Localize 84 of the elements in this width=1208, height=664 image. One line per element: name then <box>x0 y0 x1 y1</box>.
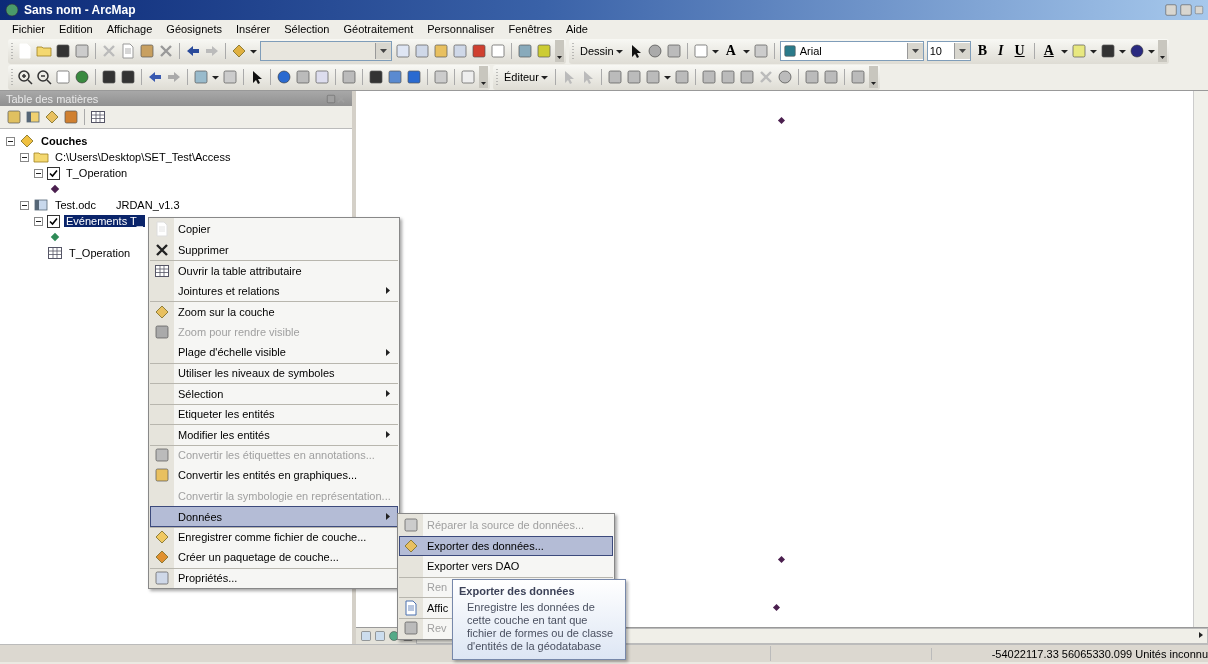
database-label[interactable]: Test.odc <box>53 199 98 211</box>
editor-menu-button[interactable]: Éditeur <box>502 69 550 85</box>
collapse-icon[interactable] <box>6 136 15 146</box>
menu-item[interactable]: Jointures et relations <box>150 280 398 301</box>
copy-icon[interactable] <box>120 43 136 59</box>
menu-item[interactable]: Exporter vers DAO <box>399 556 613 577</box>
toolbar-options-icon[interactable] <box>555 40 564 62</box>
document-icon <box>403 599 419 616</box>
toolbar-options-icon[interactable] <box>1157 40 1167 62</box>
collapse-icon[interactable] <box>34 216 43 226</box>
window-title: Sans nom - ArcMap <box>24 3 137 17</box>
menu-item[interactable]: Créer un paquetage de couche... <box>150 547 398 568</box>
panel-title: Table des matières <box>6 92 100 105</box>
font-size-combo[interactable]: 10 <box>926 41 971 61</box>
text-tool-button[interactable]: A <box>721 43 740 59</box>
zoom-out-icon[interactable] <box>36 69 52 85</box>
app-globe-icon <box>4 2 20 18</box>
layer-checkbox[interactable] <box>47 166 60 180</box>
collapse-icon[interactable] <box>20 152 29 162</box>
delete-icon <box>154 241 170 258</box>
menu-item[interactable]: Sélection <box>150 383 398 404</box>
menu-item[interactable]: Insérer <box>230 22 277 36</box>
menu-item[interactable]: Personnaliser <box>421 22 501 36</box>
italic-button[interactable]: I <box>994 43 1008 59</box>
toolbar-options-icon[interactable] <box>868 66 878 88</box>
point-marker <box>777 116 786 125</box>
copy-icon <box>154 221 170 238</box>
tooltip-title: Exporter des données <box>459 585 576 597</box>
font-combo[interactable]: Arial <box>779 41 924 61</box>
toolbar-grip-icon[interactable] <box>10 67 14 87</box>
menu-item[interactable]: Utiliser les niveaux de symboles <box>150 362 398 383</box>
vertical-scrollbar[interactable] <box>1193 91 1208 627</box>
menu-item[interactable]: Plage d'échelle visible <box>150 342 398 363</box>
back-arrow-icon[interactable] <box>147 69 163 85</box>
menu-item[interactable]: Convertir les entités en graphiques... <box>150 465 398 486</box>
menu-item[interactable]: Copier <box>150 219 398 240</box>
table-icon <box>154 262 170 279</box>
toolbar-options-icon[interactable] <box>479 66 488 88</box>
menu-item[interactable]: Ouvrir la table attributaire <box>150 260 398 281</box>
collapse-icon[interactable] <box>20 200 29 210</box>
menu-item[interactable]: Fenêtres <box>502 22 558 36</box>
undo-icon[interactable] <box>185 43 201 59</box>
menu-item[interactable]: Etiqueter les entités <box>150 403 398 424</box>
menu-item[interactable]: Exporter des données... <box>399 535 613 556</box>
table-label[interactable]: T_Operation <box>67 247 133 259</box>
toolbar-grip-icon[interactable] <box>495 67 499 87</box>
menu-item[interactable]: Fichier <box>6 22 51 36</box>
menu-item[interactable]: Edition <box>53 22 99 36</box>
dropdown-arrow-icon[interactable] <box>958 49 966 53</box>
globe-icon[interactable] <box>74 69 90 85</box>
layer-checkbox[interactable] <box>47 214 60 228</box>
folder-label[interactable]: C:\Users\Desktop\SET_Test\Access <box>53 151 233 163</box>
menu-item[interactable]: Modifier les entités <box>150 424 398 445</box>
data-frame-label[interactable]: Couches <box>39 135 90 147</box>
point-marker <box>772 603 781 612</box>
connection-label: JRDAN_v1.3 <box>115 199 180 211</box>
zoom-in-icon[interactable] <box>17 69 33 85</box>
menu-item[interactable]: Aide <box>559 22 594 36</box>
delete-icon[interactable] <box>158 43 174 59</box>
menu-item[interactable]: Propriétés... <box>150 567 398 588</box>
toolbar-grip-icon[interactable] <box>571 41 575 61</box>
bold-button[interactable]: B <box>973 43 992 59</box>
menu-item[interactable]: Zoom sur la couche <box>150 301 398 322</box>
font-color-button[interactable]: A <box>1039 43 1058 59</box>
dropdown-arrow-icon[interactable] <box>911 49 919 53</box>
point-marker <box>777 555 786 564</box>
menu-item[interactable]: Géosignets <box>160 22 228 36</box>
layer-label[interactable]: T_Operation <box>64 167 130 179</box>
folder-icon <box>33 149 49 165</box>
collapse-icon[interactable] <box>34 168 43 178</box>
drawing-menu-button[interactable]: Dessin <box>578 43 625 59</box>
underline-button[interactable]: U <box>1010 43 1029 59</box>
menu-item[interactable]: Affichage <box>100 22 159 36</box>
layer-label[interactable]: Evénements T_ <box>64 215 145 227</box>
tooltip-text: Enregistre les données de cette couche en tant que fichier de formes ou de classe d'entités de la géodatabase <box>466 601 615 653</box>
dropdown-arrow-icon[interactable] <box>380 49 387 53</box>
coordinates-readout: -54022117.33 56065330.099 Unités inconnu <box>930 647 1208 660</box>
menu-item[interactable]: Supprimer <box>150 239 398 260</box>
menu-item[interactable]: Données <box>150 506 398 527</box>
menu-item[interactable]: Sélection <box>278 22 336 36</box>
table-icon <box>47 245 63 261</box>
toolbar-grip-icon[interactable] <box>10 41 14 61</box>
database-icon <box>33 197 49 213</box>
menu-item[interactable]: Géotraitement <box>337 22 420 36</box>
